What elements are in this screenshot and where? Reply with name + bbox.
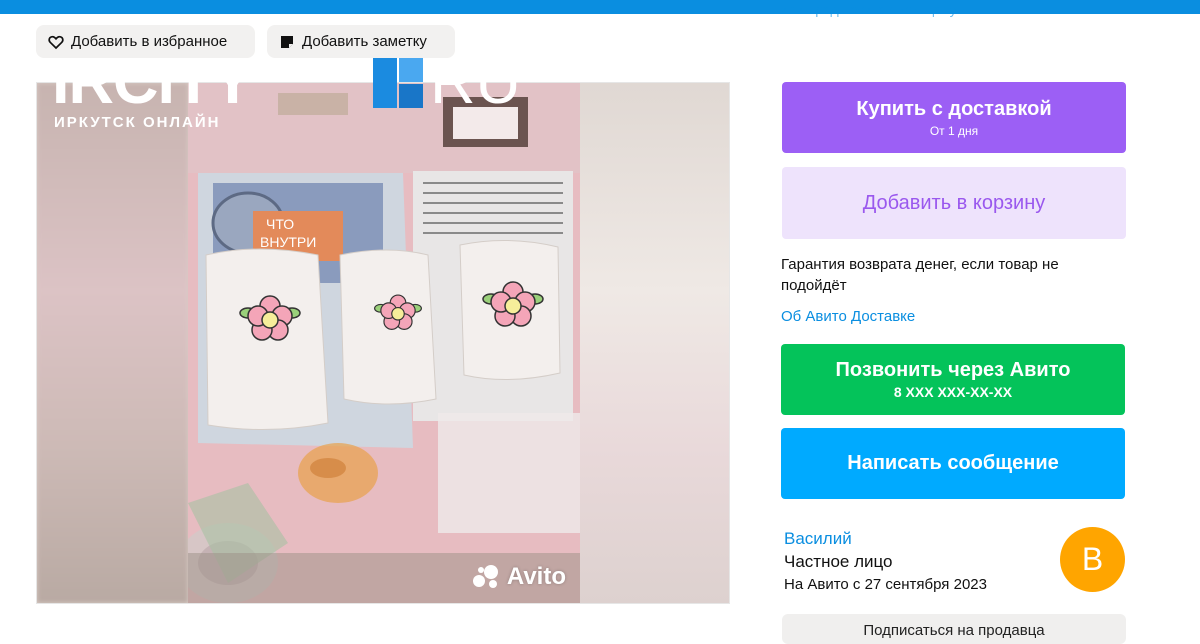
avito-watermark-text: Avito xyxy=(506,563,566,590)
buy-label: Купить с доставкой xyxy=(856,97,1052,120)
note-icon xyxy=(281,35,293,48)
seller-type: Частное лицо xyxy=(784,552,893,571)
subscribe-label: Подписаться на продавца xyxy=(863,622,1045,639)
avito-watermark: Avito xyxy=(472,563,566,591)
top-bar xyxy=(0,0,1200,14)
avatar[interactable]: В xyxy=(1060,527,1125,592)
watermark-brand-right: RU xyxy=(430,47,521,117)
book-title-line1: ЧТО xyxy=(266,216,294,232)
money-back-guarantee: Гарантия возврата денег, если товар не п… xyxy=(781,256,1059,294)
call-button[interactable]: Позвонить через Авито 8 XXX XXX-XX-XX xyxy=(781,344,1125,415)
call-phone: 8 XXX XXX-XX-XX xyxy=(893,384,1013,400)
watermark-brand-left: IRCITY xyxy=(52,47,254,117)
seller-name-link[interactable]: Василий xyxy=(784,529,852,549)
price-offer-text[interactable]: или предложите свою цену xyxy=(780,4,957,18)
call-label: Позвонить через Авито xyxy=(835,359,1071,381)
book-title-line2: ВНУТРИ xyxy=(260,234,316,250)
buy-sublabel: От 1 дня xyxy=(929,123,979,138)
subscribe-seller-button[interactable]: Подписаться на продавца xyxy=(782,614,1126,644)
product-photo[interactable]: ЧТО ВНУТРИ Avito xyxy=(188,83,580,603)
message-label: Написать сообщение xyxy=(847,452,1059,474)
site-watermark: IRCITY RU ИРКУТСК ОНЛАЙН xyxy=(52,47,532,132)
avatar-letter: В xyxy=(1081,541,1104,577)
seller-since: На Авито с 27 сентября 2023 xyxy=(784,576,987,593)
add-to-cart-button[interactable]: Добавить в корзину xyxy=(782,167,1126,239)
buy-with-delivery-button[interactable]: Купить с доставкой От 1 дня xyxy=(782,82,1126,153)
avito-logo-icon xyxy=(472,565,498,588)
note-label: Добавить заметку xyxy=(302,33,427,50)
write-message-button[interactable]: Написать сообщение xyxy=(781,428,1125,499)
cart-label: Добавить в корзину xyxy=(862,191,1046,214)
avito-delivery-link[interactable]: Об Авито Доставке xyxy=(781,308,915,325)
product-photo-drawing: ЧТО ВНУТРИ xyxy=(188,83,580,603)
image-gallery[interactable]: ЧТО ВНУТРИ Avito xyxy=(36,82,730,604)
gallery-blur-left xyxy=(37,83,188,603)
watermark-subtitle: ИРКУТСК ОНЛАЙН xyxy=(54,114,221,131)
watermark-logo-icon xyxy=(373,58,423,108)
gallery-blur-right xyxy=(578,83,729,603)
